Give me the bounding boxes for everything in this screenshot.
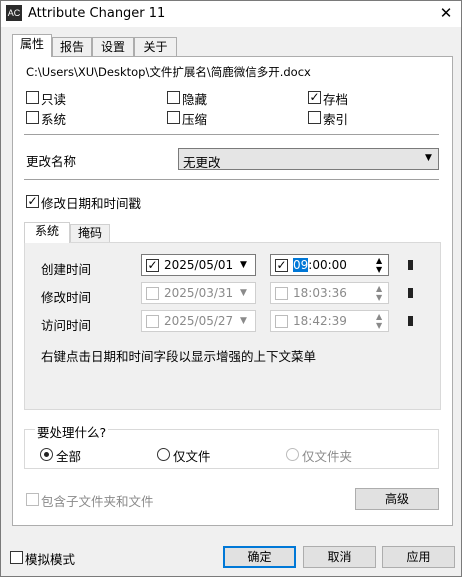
modified-time-value: 18:03:36	[293, 286, 347, 300]
file-path: C:\Users\XU\Desktop\文件扩展名\简鹿微信多开.docx	[26, 65, 311, 79]
divider	[24, 179, 439, 180]
radio-icon	[286, 448, 299, 461]
tab-label: 关于	[143, 40, 168, 54]
checkbox-label: 压缩	[182, 112, 208, 127]
accessed-date-picker[interactable]: 2025/05/27 ▼	[141, 310, 256, 332]
created-date-value: 2025/05/01	[164, 258, 234, 272]
modified-date-value: 2025/03/31	[164, 286, 234, 300]
accessed-time-picker[interactable]: 18:42:39 ▲ ▼	[270, 310, 389, 332]
cancel-button[interactable]: 取消	[303, 546, 376, 568]
accessed-date-value: 2025/05/27	[164, 314, 234, 328]
checkbox-box	[146, 287, 159, 300]
checkbox-label: 存档	[323, 92, 349, 107]
process-group-title: 要处理什么?	[35, 422, 109, 441]
checkbox-box	[308, 111, 321, 124]
divider	[24, 134, 439, 135]
checkbox-box	[167, 91, 180, 104]
checkbox-label: 模拟模式	[25, 552, 76, 567]
time-rest: :00:00	[308, 258, 347, 272]
apply-button[interactable]: 应用	[382, 546, 455, 568]
checkbox-label: 包含子文件夹和文件	[41, 494, 154, 509]
tab-settings[interactable]: 设置	[92, 37, 134, 57]
checkbox-label: 修改日期和时间戳	[41, 196, 142, 211]
chevron-down-icon: ▼	[240, 288, 247, 298]
radio-label: 仅文件	[173, 449, 211, 464]
accessed-time-value: 18:42:39	[293, 314, 347, 328]
spin-down-icon[interactable]: ▼	[376, 322, 382, 330]
spin-up-icon[interactable]: ▲	[376, 257, 382, 265]
window-title: Attribute Changer 11	[28, 6, 166, 21]
checkmark-icon: ✓	[308, 90, 321, 104]
created-date-picker[interactable]: ✓ 2025/05/01 ▼	[141, 254, 256, 276]
accessed-time-label: 访问时间	[41, 318, 92, 333]
radio-label: 仅文件夹	[302, 449, 353, 464]
ok-button[interactable]: 确定	[223, 546, 296, 568]
checkbox-label: 系统	[41, 112, 67, 127]
checkmark-icon: ✓	[26, 194, 39, 208]
chevron-down-icon: ▼	[425, 153, 432, 163]
spin-up-icon[interactable]: ▲	[376, 285, 382, 293]
tab-label: 系统	[34, 224, 59, 238]
checkbox-box	[275, 315, 288, 328]
radio-label: 全部	[56, 449, 82, 464]
tab-about[interactable]: 关于	[134, 37, 177, 57]
checkbox-box	[26, 91, 39, 104]
advanced-button[interactable]: 高级	[355, 488, 439, 510]
chevron-down-icon: ▼	[240, 316, 247, 326]
modified-date-picker[interactable]: 2025/03/31 ▼	[141, 282, 256, 304]
spin-down-icon[interactable]: ▼	[376, 294, 382, 302]
rename-select-value: 无更改	[183, 155, 221, 170]
tab-properties[interactable]: 属性	[12, 34, 52, 57]
chevron-down-icon: ▼	[240, 260, 247, 270]
checkmark-icon: ✓	[275, 258, 288, 272]
row-marker-icon[interactable]	[408, 316, 413, 326]
close-icon[interactable]: ✕	[435, 2, 457, 24]
checkbox-label: 只读	[41, 92, 67, 107]
created-time-value: 09:00:00	[293, 258, 347, 272]
tab-label: 设置	[100, 40, 125, 54]
checkbox-box	[10, 551, 23, 564]
tab-label: 报告	[59, 40, 84, 54]
tab-report[interactable]: 报告	[52, 37, 92, 57]
title-bar: AC Attribute Changer 11 ✕	[1, 1, 461, 27]
app-logo-icon: AC	[6, 5, 22, 21]
checkmark-icon: ✓	[146, 258, 159, 272]
spin-up-icon[interactable]: ▲	[376, 313, 382, 321]
tab-label: 掩码	[77, 226, 102, 240]
radio-selected-icon	[40, 448, 53, 461]
spin-down-icon[interactable]: ▼	[376, 266, 382, 274]
tab-mask[interactable]: 掩码	[70, 224, 110, 242]
checkbox-box	[146, 315, 159, 328]
checkbox-box	[26, 111, 39, 124]
rename-select[interactable]: 无更改 ▼	[178, 148, 439, 170]
checkbox-box	[167, 111, 180, 124]
checkbox-box	[26, 493, 39, 506]
tab-label: 属性	[19, 37, 44, 51]
modified-time-picker[interactable]: 18:03:36 ▲ ▼	[270, 282, 389, 304]
tab-system[interactable]: 系统	[24, 222, 70, 243]
modified-time-label: 修改时间	[41, 290, 92, 305]
rename-label: 更改名称	[26, 154, 77, 169]
row-marker-icon[interactable]	[408, 288, 413, 298]
time-hour-selected[interactable]: 09	[293, 258, 309, 272]
created-time-picker[interactable]: ✓ 09:00:00 ▲ ▼	[270, 254, 389, 276]
radio-icon	[157, 448, 170, 461]
created-time-label: 创建时间	[41, 262, 92, 277]
hint-text: 右键点击日期和时间字段以显示增强的上下文菜单	[41, 349, 317, 364]
checkbox-label: 索引	[323, 112, 349, 127]
checkbox-label: 隐藏	[182, 92, 208, 107]
row-marker-icon[interactable]	[408, 260, 413, 270]
checkbox-box	[275, 287, 288, 300]
app-window: AC Attribute Changer 11 ✕ 属性 报告 设置 关于 C:…	[0, 0, 462, 577]
